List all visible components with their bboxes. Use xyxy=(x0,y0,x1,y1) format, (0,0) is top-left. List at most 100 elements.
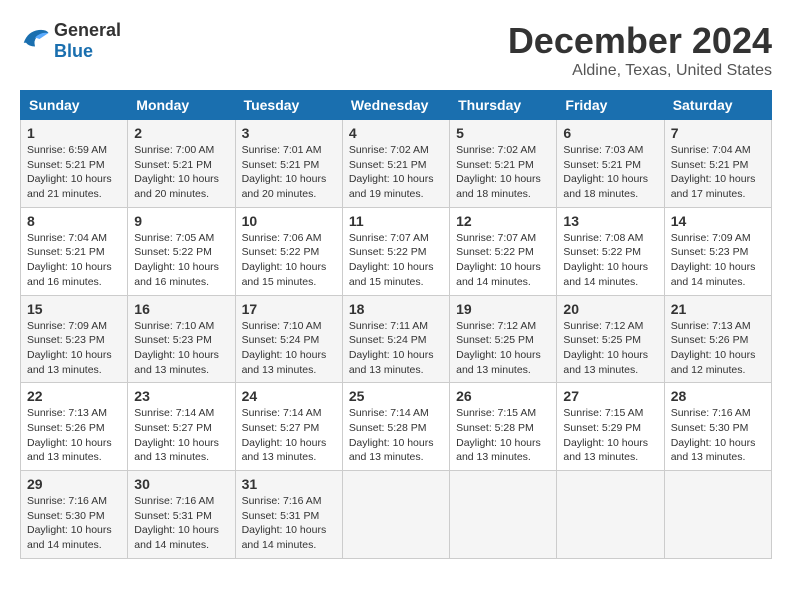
day-detail: Sunrise: 7:03 AMSunset: 5:21 PMDaylight:… xyxy=(563,143,657,202)
calendar-cell: 31 Sunrise: 7:16 AMSunset: 5:31 PMDaylig… xyxy=(235,471,342,559)
day-number: 22 xyxy=(27,388,121,404)
day-detail: Sunrise: 7:09 AMSunset: 5:23 PMDaylight:… xyxy=(671,231,765,290)
day-detail: Sunrise: 7:16 AMSunset: 5:31 PMDaylight:… xyxy=(134,494,228,553)
day-number: 26 xyxy=(456,388,550,404)
logo: General Blue xyxy=(20,20,121,62)
calendar-cell: 9 Sunrise: 7:05 AMSunset: 5:22 PMDayligh… xyxy=(128,207,235,295)
calendar-cell: 18 Sunrise: 7:11 AMSunset: 5:24 PMDaylig… xyxy=(342,295,449,383)
day-number: 9 xyxy=(134,213,228,229)
day-number: 27 xyxy=(563,388,657,404)
calendar-cell xyxy=(450,471,557,559)
calendar-cell: 3 Sunrise: 7:01 AMSunset: 5:21 PMDayligh… xyxy=(235,120,342,208)
header-friday: Friday xyxy=(557,91,664,120)
calendar-header-row: Sunday Monday Tuesday Wednesday Thursday… xyxy=(21,91,772,120)
calendar-cell: 16 Sunrise: 7:10 AMSunset: 5:23 PMDaylig… xyxy=(128,295,235,383)
day-detail: Sunrise: 7:04 AMSunset: 5:21 PMDaylight:… xyxy=(27,231,121,290)
day-number: 30 xyxy=(134,476,228,492)
day-number: 10 xyxy=(242,213,336,229)
calendar-cell: 8 Sunrise: 7:04 AMSunset: 5:21 PMDayligh… xyxy=(21,207,128,295)
calendar-cell: 22 Sunrise: 7:13 AMSunset: 5:26 PMDaylig… xyxy=(21,383,128,471)
calendar-cell: 13 Sunrise: 7:08 AMSunset: 5:22 PMDaylig… xyxy=(557,207,664,295)
day-number: 29 xyxy=(27,476,121,492)
day-number: 23 xyxy=(134,388,228,404)
day-number: 6 xyxy=(563,125,657,141)
calendar-cell: 1 Sunrise: 6:59 AMSunset: 5:21 PMDayligh… xyxy=(21,120,128,208)
calendar-cell: 4 Sunrise: 7:02 AMSunset: 5:21 PMDayligh… xyxy=(342,120,449,208)
day-detail: Sunrise: 7:07 AMSunset: 5:22 PMDaylight:… xyxy=(456,231,550,290)
day-number: 12 xyxy=(456,213,550,229)
header-saturday: Saturday xyxy=(664,91,771,120)
day-detail: Sunrise: 7:16 AMSunset: 5:30 PMDaylight:… xyxy=(671,406,765,465)
day-detail: Sunrise: 7:13 AMSunset: 5:26 PMDaylight:… xyxy=(671,319,765,378)
calendar-cell: 26 Sunrise: 7:15 AMSunset: 5:28 PMDaylig… xyxy=(450,383,557,471)
day-detail: Sunrise: 7:01 AMSunset: 5:21 PMDaylight:… xyxy=(242,143,336,202)
calendar-cell: 10 Sunrise: 7:06 AMSunset: 5:22 PMDaylig… xyxy=(235,207,342,295)
day-detail: Sunrise: 7:04 AMSunset: 5:21 PMDaylight:… xyxy=(671,143,765,202)
calendar-cell: 11 Sunrise: 7:07 AMSunset: 5:22 PMDaylig… xyxy=(342,207,449,295)
day-detail: Sunrise: 7:10 AMSunset: 5:23 PMDaylight:… xyxy=(134,319,228,378)
day-number: 2 xyxy=(134,125,228,141)
calendar-week-row: 22 Sunrise: 7:13 AMSunset: 5:26 PMDaylig… xyxy=(21,383,772,471)
day-detail: Sunrise: 7:11 AMSunset: 5:24 PMDaylight:… xyxy=(349,319,443,378)
calendar-cell xyxy=(557,471,664,559)
day-number: 28 xyxy=(671,388,765,404)
calendar-cell: 27 Sunrise: 7:15 AMSunset: 5:29 PMDaylig… xyxy=(557,383,664,471)
day-detail: Sunrise: 7:05 AMSunset: 5:22 PMDaylight:… xyxy=(134,231,228,290)
day-detail: Sunrise: 7:00 AMSunset: 5:21 PMDaylight:… xyxy=(134,143,228,202)
day-detail: Sunrise: 7:14 AMSunset: 5:27 PMDaylight:… xyxy=(242,406,336,465)
day-detail: Sunrise: 6:59 AMSunset: 5:21 PMDaylight:… xyxy=(27,143,121,202)
day-detail: Sunrise: 7:07 AMSunset: 5:22 PMDaylight:… xyxy=(349,231,443,290)
calendar-week-row: 15 Sunrise: 7:09 AMSunset: 5:23 PMDaylig… xyxy=(21,295,772,383)
calendar-cell: 12 Sunrise: 7:07 AMSunset: 5:22 PMDaylig… xyxy=(450,207,557,295)
calendar-cell: 25 Sunrise: 7:14 AMSunset: 5:28 PMDaylig… xyxy=(342,383,449,471)
header-thursday: Thursday xyxy=(450,91,557,120)
day-number: 14 xyxy=(671,213,765,229)
calendar-cell: 7 Sunrise: 7:04 AMSunset: 5:21 PMDayligh… xyxy=(664,120,771,208)
header-monday: Monday xyxy=(128,91,235,120)
calendar-cell xyxy=(664,471,771,559)
day-number: 13 xyxy=(563,213,657,229)
day-detail: Sunrise: 7:16 AMSunset: 5:30 PMDaylight:… xyxy=(27,494,121,553)
day-number: 7 xyxy=(671,125,765,141)
day-detail: Sunrise: 7:12 AMSunset: 5:25 PMDaylight:… xyxy=(456,319,550,378)
day-number: 5 xyxy=(456,125,550,141)
location-title: Aldine, Texas, United States xyxy=(508,62,772,80)
calendar-cell: 21 Sunrise: 7:13 AMSunset: 5:26 PMDaylig… xyxy=(664,295,771,383)
calendar-table: Sunday Monday Tuesday Wednesday Thursday… xyxy=(20,90,772,559)
title-section: December 2024 Aldine, Texas, United Stat… xyxy=(508,20,772,80)
calendar-cell: 2 Sunrise: 7:00 AMSunset: 5:21 PMDayligh… xyxy=(128,120,235,208)
calendar-cell xyxy=(342,471,449,559)
day-number: 19 xyxy=(456,301,550,317)
day-detail: Sunrise: 7:09 AMSunset: 5:23 PMDaylight:… xyxy=(27,319,121,378)
day-detail: Sunrise: 7:08 AMSunset: 5:22 PMDaylight:… xyxy=(563,231,657,290)
calendar-cell: 19 Sunrise: 7:12 AMSunset: 5:25 PMDaylig… xyxy=(450,295,557,383)
calendar-cell: 6 Sunrise: 7:03 AMSunset: 5:21 PMDayligh… xyxy=(557,120,664,208)
day-number: 24 xyxy=(242,388,336,404)
day-number: 21 xyxy=(671,301,765,317)
header-tuesday: Tuesday xyxy=(235,91,342,120)
calendar-cell: 24 Sunrise: 7:14 AMSunset: 5:27 PMDaylig… xyxy=(235,383,342,471)
calendar-cell: 15 Sunrise: 7:09 AMSunset: 5:23 PMDaylig… xyxy=(21,295,128,383)
day-number: 8 xyxy=(27,213,121,229)
day-number: 20 xyxy=(563,301,657,317)
calendar-cell: 28 Sunrise: 7:16 AMSunset: 5:30 PMDaylig… xyxy=(664,383,771,471)
day-detail: Sunrise: 7:14 AMSunset: 5:27 PMDaylight:… xyxy=(134,406,228,465)
day-number: 15 xyxy=(27,301,121,317)
calendar-week-row: 8 Sunrise: 7:04 AMSunset: 5:21 PMDayligh… xyxy=(21,207,772,295)
day-detail: Sunrise: 7:15 AMSunset: 5:29 PMDaylight:… xyxy=(563,406,657,465)
day-detail: Sunrise: 7:16 AMSunset: 5:31 PMDaylight:… xyxy=(242,494,336,553)
header-sunday: Sunday xyxy=(21,91,128,120)
day-number: 11 xyxy=(349,213,443,229)
day-number: 18 xyxy=(349,301,443,317)
day-detail: Sunrise: 7:02 AMSunset: 5:21 PMDaylight:… xyxy=(349,143,443,202)
day-detail: Sunrise: 7:12 AMSunset: 5:25 PMDaylight:… xyxy=(563,319,657,378)
day-detail: Sunrise: 7:14 AMSunset: 5:28 PMDaylight:… xyxy=(349,406,443,465)
calendar-week-row: 1 Sunrise: 6:59 AMSunset: 5:21 PMDayligh… xyxy=(21,120,772,208)
day-detail: Sunrise: 7:13 AMSunset: 5:26 PMDaylight:… xyxy=(27,406,121,465)
day-number: 31 xyxy=(242,476,336,492)
header-wednesday: Wednesday xyxy=(342,91,449,120)
day-number: 3 xyxy=(242,125,336,141)
day-number: 25 xyxy=(349,388,443,404)
logo-icon xyxy=(20,24,50,59)
day-number: 4 xyxy=(349,125,443,141)
